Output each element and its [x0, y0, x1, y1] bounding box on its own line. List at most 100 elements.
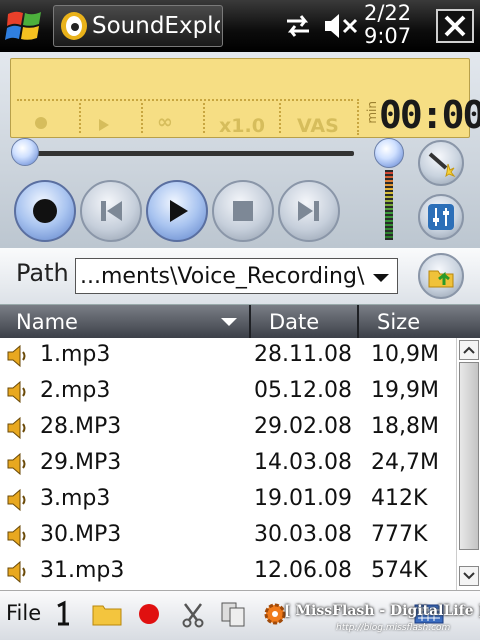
- list-item[interactable]: 3.mp3 19.01.09 412K: [0, 482, 456, 518]
- sort-descending-icon: [221, 318, 237, 326]
- column-header-date[interactable]: Date: [253, 305, 359, 339]
- column-header-label: Date: [269, 310, 320, 334]
- record-button[interactable]: [14, 180, 76, 242]
- play-icon: [170, 200, 188, 222]
- file-list[interactable]: 1.mp3 28.11.08 10,9M 2.mp3 05.12.08 19,9M 28.M…: [0, 338, 456, 590]
- audio-file-icon: [6, 524, 28, 548]
- audio-file-icon: [6, 560, 28, 584]
- info-icon: [57, 600, 69, 626]
- list-item[interactable]: 29.MP3 14.03.08 24,7M: [0, 446, 456, 482]
- file-name: 31.mp3: [40, 558, 125, 583]
- file-date: 14.03.08: [254, 450, 352, 475]
- path-bar: Path ...ments\Voice_Recording\: [0, 248, 480, 304]
- copy-button[interactable]: [216, 597, 250, 631]
- previous-button[interactable]: [80, 180, 142, 242]
- bottom-toolbar: File [ MissFlash - DigitalLife ] http://…: [0, 590, 480, 640]
- list-item[interactable]: 1.mp3 28.11.08 10,9M: [0, 338, 456, 374]
- file-size: 24,7M: [371, 450, 439, 475]
- list-item[interactable]: 30.MP3 30.03.08 777K: [0, 518, 456, 554]
- next-icon: [298, 201, 319, 221]
- lcd-divider: [17, 99, 353, 101]
- time-unit: min: [365, 101, 379, 124]
- lcd-separator: [79, 103, 81, 133]
- file-date: 05.12.08: [254, 378, 352, 403]
- chevron-down-icon: [373, 274, 389, 282]
- app-title: SoundExplor: [92, 13, 220, 39]
- player-panel: ∞ x1.0 VAS min 00:00: [0, 52, 480, 248]
- volume-meter[interactable]: [385, 170, 393, 240]
- stop-button[interactable]: [212, 180, 274, 242]
- file-size: 574K: [371, 558, 428, 583]
- time-display: 00:00: [379, 93, 480, 137]
- vas-indicator: VAS: [297, 115, 339, 137]
- copy-icon: [221, 602, 245, 627]
- lcd-time-separator: [357, 99, 359, 135]
- play-indicator: [99, 119, 109, 131]
- file-size: 19,9M: [371, 378, 439, 403]
- title-bar: SoundExplor 2/22 9:07: [0, 0, 480, 52]
- list-item[interactable]: 28.MP3 29.02.08 18,8M: [0, 410, 456, 446]
- next-button[interactable]: [278, 180, 340, 242]
- scrollbar[interactable]: [456, 338, 480, 590]
- wand-button[interactable]: [418, 140, 464, 186]
- file-name: 30.MP3: [40, 522, 122, 547]
- close-button[interactable]: [436, 9, 474, 43]
- column-header-label: Size: [377, 310, 421, 334]
- path-value: ...ments\Voice_Recording\: [80, 263, 365, 289]
- record-icon: [139, 604, 159, 624]
- folder-button[interactable]: [90, 597, 124, 631]
- loop-indicator: ∞: [157, 111, 173, 133]
- column-header-name[interactable]: Name: [0, 305, 251, 339]
- stop-icon: [233, 201, 253, 221]
- path-dropdown[interactable]: ...ments\Voice_Recording\: [75, 258, 398, 294]
- magic-wand-icon: [428, 152, 456, 178]
- list-item[interactable]: 31.mp3 12.06.08 574K: [0, 554, 456, 590]
- cut-button[interactable]: [176, 597, 210, 631]
- list-item[interactable]: 2.mp3 05.12.08 19,9M: [0, 374, 456, 410]
- scroll-thumb[interactable]: [459, 362, 479, 550]
- scroll-up-button[interactable]: [459, 340, 479, 360]
- file-name: 1.mp3: [40, 342, 111, 367]
- speed-indicator: x1.0: [219, 115, 265, 137]
- previous-icon: [101, 201, 122, 221]
- folder-icon: [92, 605, 122, 626]
- seek-bar[interactable]: [22, 151, 354, 156]
- close-icon: [444, 15, 466, 37]
- scroll-down-button[interactable]: [459, 566, 479, 586]
- equalizer-icon: [428, 204, 454, 230]
- record-toolbar-button[interactable]: [132, 597, 166, 631]
- file-menu[interactable]: File: [6, 601, 41, 625]
- column-header-label: Name: [16, 310, 78, 334]
- watermark-url: http://blog.missflash.com: [336, 623, 451, 633]
- clock[interactable]: 2/22 9:07: [364, 2, 411, 48]
- file-size: 10,9M: [371, 342, 439, 367]
- watermark: [ MissFlash - DigitalLife ]: [284, 603, 480, 619]
- audio-file-icon: [6, 416, 28, 440]
- file-name: 3.mp3: [40, 486, 111, 511]
- lcd-separator: [141, 103, 143, 133]
- equalizer-button[interactable]: [418, 194, 464, 240]
- audio-file-icon: [6, 380, 28, 404]
- file-name: 2.mp3: [40, 378, 111, 403]
- app-tab[interactable]: SoundExplor: [53, 5, 223, 47]
- clock-date: 2/22: [364, 1, 412, 25]
- volume-muted-icon[interactable]: [323, 12, 359, 40]
- chevron-up-icon: [463, 346, 475, 354]
- path-label: Path: [16, 259, 69, 287]
- folder-up-button[interactable]: [418, 253, 464, 299]
- record-dot-indicator: [35, 117, 47, 129]
- volume-handle[interactable]: [374, 138, 404, 168]
- record-circle-icon: [33, 199, 57, 223]
- file-date: 19.01.09: [254, 486, 352, 511]
- file-date: 30.03.08: [254, 522, 352, 547]
- column-header-size[interactable]: Size: [361, 305, 480, 339]
- windows-start-icon[interactable]: [4, 6, 46, 46]
- info-button[interactable]: [46, 597, 80, 631]
- connectivity-icon[interactable]: [283, 12, 313, 40]
- seek-handle[interactable]: [11, 138, 39, 166]
- file-date: 29.02.08: [254, 414, 352, 439]
- lcd-display: ∞ x1.0 VAS min 00:00: [10, 58, 480, 138]
- play-button[interactable]: [146, 180, 208, 242]
- file-size: 777K: [371, 522, 428, 547]
- folder-up-icon: [428, 270, 454, 288]
